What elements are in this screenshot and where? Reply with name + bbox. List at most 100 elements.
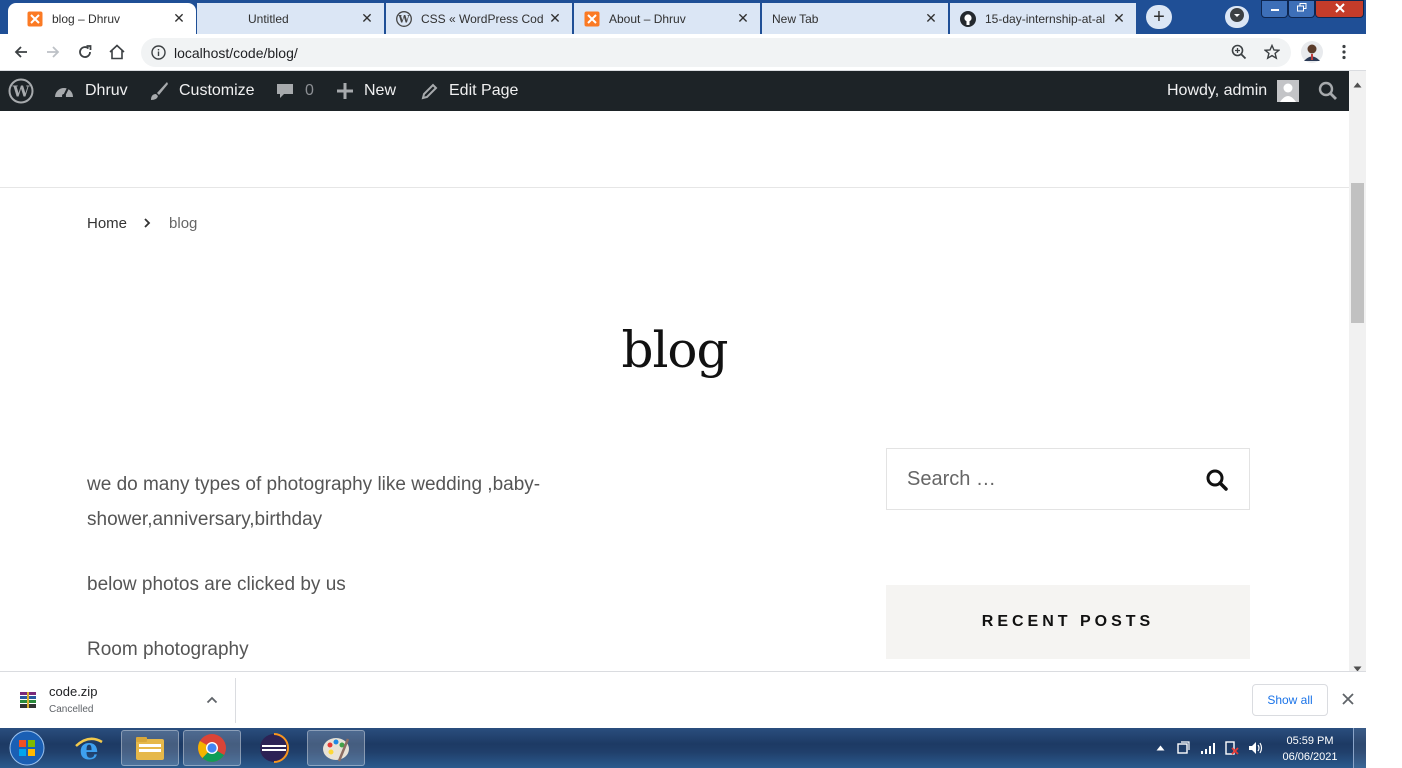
search-icon <box>1206 469 1228 491</box>
chrome-icon <box>198 734 226 762</box>
content-paragraph: we do many types of photography like wed… <box>87 474 541 530</box>
new-tab-button[interactable]: + <box>1146 5 1172 29</box>
page-title: blog <box>621 321 728 379</box>
windows-taskbar: e 05:59 PM 06/06/2021 <box>0 728 1366 768</box>
breadcrumb: Home blog <box>87 215 197 232</box>
zoom-icon[interactable] <box>1231 44 1247 65</box>
customize-label: Customize <box>179 82 255 99</box>
search-input[interactable] <box>888 450 1188 508</box>
wp-logo-menu[interactable]: W <box>8 71 34 111</box>
plus-icon: + <box>1153 5 1165 28</box>
wp-admin-bar: W Dhruv Customize 0 New Edit Page Howdy,… <box>0 71 1349 111</box>
arrow-left-icon <box>14 46 27 58</box>
chevron-up-icon[interactable] <box>204 692 220 708</box>
close-icon[interactable]: ✕ <box>548 10 562 26</box>
show-all-downloads-button[interactable]: Show all <box>1252 684 1328 716</box>
new-content-menu[interactable]: New <box>336 71 396 111</box>
edit-page-link[interactable]: Edit Page <box>420 71 518 111</box>
minimize-button[interactable] <box>1261 0 1288 18</box>
reload-icon <box>79 45 92 58</box>
breadcrumb-home-link[interactable]: Home <box>87 215 127 232</box>
tab-untitled[interactable]: Untitled ✕ <box>197 3 384 34</box>
profile-avatar[interactable] <box>1300 40 1324 64</box>
page-scrollbar[interactable] <box>1349 71 1366 672</box>
taskbar-eclipse[interactable] <box>245 730 303 766</box>
content-paragraph: below photos are clicked by us <box>87 574 346 595</box>
close-icon <box>1334 2 1346 16</box>
new-label: New <box>364 82 397 99</box>
taskbar-file-explorer[interactable] <box>121 730 179 766</box>
download-item[interactable]: code.zip Cancelled <box>0 678 236 723</box>
taskbar-internet-explorer[interactable]: e <box>60 730 118 766</box>
paintbrush-icon <box>151 82 168 100</box>
scroll-thumb[interactable] <box>1351 183 1364 323</box>
download-status: Cancelled <box>49 704 94 715</box>
menu-button[interactable] <box>1332 40 1356 64</box>
tab-title: CSS « WordPress Code <box>421 11 544 26</box>
download-file-name: code.zip <box>49 684 98 699</box>
my-account-menu[interactable]: Howdy, admin <box>1167 71 1300 111</box>
tray-overflow-icon[interactable] <box>1152 740 1168 756</box>
admin-bar-search[interactable] <box>1318 71 1338 111</box>
search-icon <box>1318 81 1337 100</box>
site-name-menu[interactable]: Dhruv <box>53 71 128 111</box>
tab-github[interactable]: 15-day-internship-at-al ✕ <box>950 3 1136 34</box>
comment-bubble-icon <box>277 84 293 98</box>
edit-page-label: Edit Page <box>449 82 519 99</box>
breadcrumb-current: blog <box>169 215 198 232</box>
close-icon[interactable]: ✕ <box>736 10 750 26</box>
tab-search-button[interactable] <box>1225 6 1249 28</box>
restore-button[interactable] <box>1288 0 1315 18</box>
bookmark-star-icon[interactable] <box>1263 43 1281 65</box>
tab-about-dhruv[interactable]: About – Dhruv ✕ <box>574 3 760 34</box>
customize-link[interactable]: Customize <box>148 71 255 111</box>
dashboard-icon <box>55 87 73 98</box>
tab-strip: blog – Dhruv ✕ Untitled ✕ W CSS « WordPr… <box>0 0 1366 34</box>
forward-button[interactable] <box>41 40 65 64</box>
taskbar-paint[interactable] <box>307 730 365 766</box>
browser-toolbar: localhost/code/blog/ <box>0 34 1366 71</box>
svg-text:e: e <box>79 732 98 764</box>
close-icon[interactable]: ✕ <box>1112 10 1126 26</box>
info-icon[interactable] <box>151 45 166 65</box>
close-window-button[interactable] <box>1315 0 1364 18</box>
close-icon[interactable]: ✕ <box>924 10 938 26</box>
tab-title: 15-day-internship-at-al <box>985 11 1106 26</box>
tab-new-tab[interactable]: New Tab ✕ <box>762 3 948 34</box>
scroll-up-arrow-icon[interactable] <box>1353 75 1362 93</box>
tab-title: About – Dhruv <box>609 11 686 26</box>
xampp-icon <box>584 11 600 27</box>
comments-link[interactable]: 0 <box>275 71 314 111</box>
show-desktop-button[interactable] <box>1353 728 1366 768</box>
close-icon[interactable]: ✕ <box>360 10 374 26</box>
page-content: Home blog blog we do many types of photo… <box>0 111 1349 671</box>
restore-icon <box>1296 3 1307 15</box>
home-button[interactable] <box>105 40 129 64</box>
search-submit-button[interactable] <box>1199 463 1235 497</box>
reload-button[interactable] <box>73 40 97 64</box>
close-icon[interactable] <box>1338 689 1358 709</box>
taskbar-clock[interactable]: 05:59 PM 06/06/2021 <box>1270 733 1350 765</box>
wordpress-icon: W <box>8 78 34 104</box>
svg-text:W: W <box>12 83 31 101</box>
github-icon <box>960 10 976 27</box>
network-signal-icon[interactable] <box>1200 740 1216 756</box>
back-button[interactable] <box>9 40 33 64</box>
kebab-menu-icon <box>1342 44 1346 60</box>
archive-file-icon <box>18 690 38 715</box>
pencil-icon <box>421 83 438 99</box>
tab-css-wordpress[interactable]: W CSS « WordPress Code ✕ <box>386 3 572 34</box>
action-center-icon[interactable] <box>1175 740 1191 756</box>
arrow-right-icon <box>47 46 60 58</box>
power-warning-icon[interactable] <box>1224 740 1240 756</box>
taskbar-chrome[interactable] <box>183 730 241 766</box>
content-paragraph: Room photography <box>87 639 249 660</box>
start-button[interactable] <box>2 730 52 766</box>
comments-count: 0 <box>305 82 314 99</box>
volume-icon[interactable] <box>1248 740 1264 756</box>
close-icon[interactable]: ✕ <box>172 10 186 26</box>
howdy-label: Howdy, admin <box>1167 82 1268 99</box>
tab-blog-dhruv[interactable]: blog – Dhruv ✕ <box>8 3 196 34</box>
chevron-down-icon <box>1230 7 1244 27</box>
address-bar[interactable]: localhost/code/blog/ <box>141 38 1291 67</box>
